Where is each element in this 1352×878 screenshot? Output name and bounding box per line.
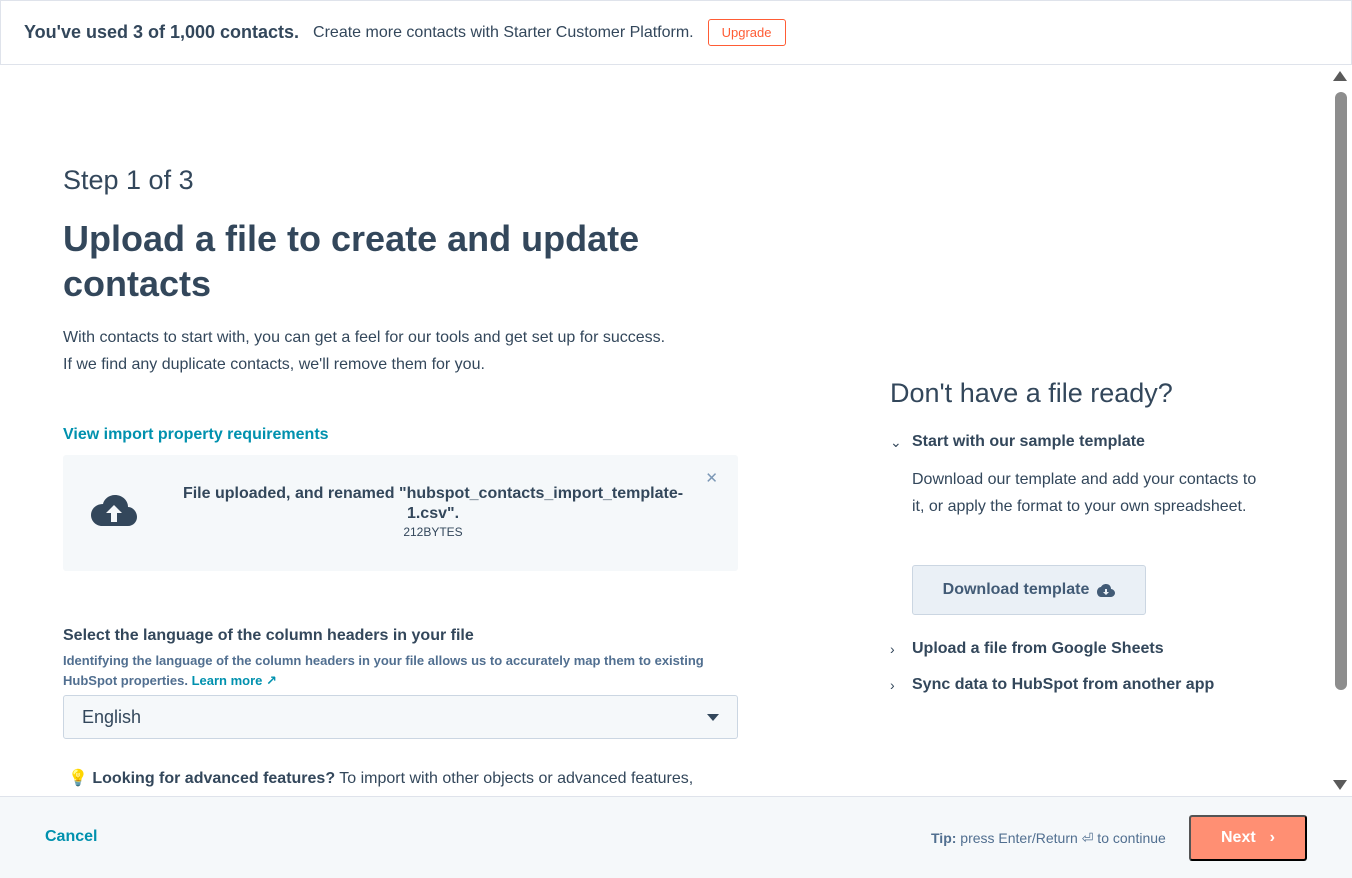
language-help-text: Identifying the language of the column h… — [63, 653, 704, 688]
accordion-google-sheets-label: Upload a file from Google Sheets — [912, 640, 1164, 657]
chevron-right-icon: › — [890, 677, 895, 693]
accordion-sync-data[interactable]: › Sync data to HubSpot from another app — [890, 676, 1214, 694]
footer-bar: Cancel Tip: press Enter/Return ⏎ to cont… — [0, 796, 1352, 878]
advanced-features-heading: Looking for advanced features? — [92, 770, 336, 787]
usage-banner: You've used 3 of 1,000 contacts. Create … — [0, 0, 1352, 65]
advanced-features-text: To import with other objects or advanced… — [339, 770, 694, 787]
intro-text: With contacts to start with, you can get… — [63, 324, 743, 378]
sidebar-title: Don't have a file ready? — [890, 378, 1173, 408]
download-template-label: Download template — [942, 581, 1090, 598]
accordion-sample-template[interactable]: ⌄ Start with our sample template — [890, 433, 1145, 451]
view-requirements-link[interactable]: View import property requirements — [63, 426, 329, 444]
tip-text: press Enter/Return ⏎ to continue — [960, 830, 1166, 846]
language-help: Identifying the language of the column h… — [63, 651, 743, 691]
page-title: Upload a file to create and update conta… — [63, 218, 640, 304]
tip-label: Tip: — [931, 830, 957, 846]
upload-filesize: 212BYTES — [403, 525, 463, 539]
lightbulb-icon: 💡 — [68, 770, 88, 787]
language-label: Select the language of the column header… — [63, 627, 474, 644]
cancel-button[interactable]: Cancel — [45, 828, 97, 846]
upload-dropzone[interactable]: File uploaded, and renamed "hubspot_cont… — [63, 455, 738, 571]
scrollbar-thumb[interactable] — [1335, 92, 1347, 690]
promo-text: Create more contacts with Starter Custom… — [313, 23, 694, 41]
language-selected-value: English — [82, 706, 142, 727]
cloud-download-icon — [1097, 583, 1116, 597]
next-button[interactable]: Next › — [1189, 815, 1307, 861]
advanced-features-note: 💡 Looking for advanced features? To impo… — [68, 768, 693, 788]
accordion-sample-template-label: Start with our sample template — [912, 433, 1145, 450]
keyboard-tip: Tip: press Enter/Return ⏎ to continue — [931, 830, 1166, 847]
usage-text: You've used 3 of 1,000 contacts. — [24, 22, 300, 42]
intro-line-1: With contacts to start with, you can get… — [63, 329, 666, 346]
learn-more-link[interactable]: Learn more ↗ — [192, 673, 277, 688]
cloud-upload-icon — [91, 495, 137, 526]
chevron-right-icon: › — [890, 641, 895, 657]
language-select[interactable]: English — [63, 695, 738, 739]
next-button-label: Next — [1220, 829, 1256, 846]
chevron-down-icon: ⌄ — [890, 433, 902, 450]
accordion-sync-data-label: Sync data to HubSpot from another app — [912, 676, 1215, 693]
scroll-up-arrow[interactable] — [1333, 71, 1347, 81]
caret-down-icon — [707, 714, 719, 721]
intro-line-2: If we find any duplicate contacts, we'll… — [63, 356, 485, 373]
scroll-down-arrow[interactable] — [1333, 780, 1347, 790]
upload-filename: File uploaded, and renamed "hubspot_cont… — [182, 485, 684, 522]
accordion-google-sheets[interactable]: › Upload a file from Google Sheets — [890, 640, 1164, 658]
step-indicator: Step 1 of 3 — [63, 165, 194, 195]
upgrade-button[interactable]: Upgrade — [707, 19, 786, 46]
external-link-icon: ↗ — [266, 673, 277, 688]
download-template-button[interactable]: Download template — [912, 565, 1146, 615]
sample-template-description: Download our template and add your conta… — [912, 471, 1257, 515]
close-icon[interactable]: ✕ — [705, 469, 718, 487]
chevron-right-icon: › — [1269, 829, 1275, 846]
